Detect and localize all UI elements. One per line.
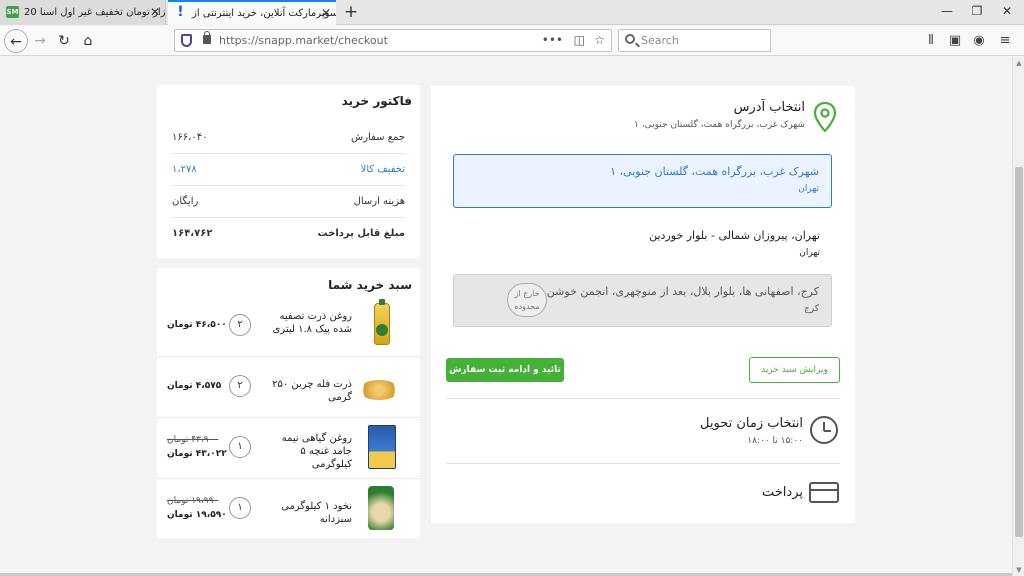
invoice-card: فاکتور خرید جمع سفارش ۱۶۶،۰۴۰ تخفیف کالا… [157, 85, 420, 258]
delivery-time: ۱۵:۰۰ تا ۱۸:۰۰ [747, 436, 803, 446]
payment-section-title: پرداخت [762, 485, 803, 500]
clock-icon [810, 416, 838, 444]
product-name: نخود ۱ کیلوگرمی سبزدانه [281, 501, 352, 525]
quantity-badge: ۱ [229, 497, 251, 519]
invoice-label: مبلغ قابل پرداخت [317, 228, 405, 239]
home-button[interactable]: ⌂ [76, 29, 100, 53]
minimize-button[interactable]: — [932, 0, 962, 25]
cart-item: روغن ذرت تصفیه شده پیک ۱.۸ لیتری ۲ ۴۶،۵۰… [157, 296, 420, 357]
delivery-section-header[interactable]: انتخاب زمان تحویل ۱۵:۰۰ تا ۱۸:۰۰ [700, 416, 803, 446]
current-address: شهرک غرب، بزرگراه همت، گلستان جنوبی، ۱ [634, 120, 805, 130]
url-text[interactable]: https://snapp.market/checkout [219, 30, 388, 51]
tab-title: سوپرمارکت آنلاین، خرید اینترنتی از [192, 8, 336, 19]
library-icon[interactable]: ⫴ [922, 32, 940, 50]
quantity-badge: ۱ [229, 436, 251, 458]
maximize-button[interactable]: ❐ [962, 0, 992, 25]
snapp-icon: SM [6, 6, 19, 18]
address-city: تهران [798, 184, 819, 194]
product-price: ۴،۵۷۵ تومان [167, 381, 222, 391]
product-image [364, 299, 400, 349]
invoice-row-total: مبلغ قابل پرداخت ۱۶۴،۷۶۲ [172, 218, 405, 250]
old-price: ۴۳،۹۰۰ تومان [167, 435, 219, 445]
edit-cart-button[interactable]: ویرایش سبد خرید [749, 357, 840, 383]
cart-item: نخود ۱ کیلوگرمی سبزدانه ۱ ۱۹،۹۹۰ تومان ۱… [157, 479, 420, 540]
payment-section-header[interactable]: پرداخت [762, 485, 803, 500]
page-actions-icon[interactable]: ••• [542, 30, 563, 51]
search-icon [625, 34, 635, 44]
invoice-label: جمع سفارش [351, 132, 405, 143]
address-option-selected[interactable]: شهرک غرب، بزرگراه همت، گلستان جنوبی، ۱ ت… [453, 154, 832, 208]
close-tab-icon[interactable]: ✕ [321, 2, 331, 25]
invoice-row-shipping: هزینه ارسال رایگان [172, 186, 405, 218]
address-option[interactable]: تهران، پیروزان شمالی - بلوار خوردین تهرا… [453, 219, 832, 259]
cart-item: روغن گیاهی نیمه جامد غنچه ۵ کیلوگرمی ۱ ۴… [157, 418, 420, 479]
product-name: روغن ذرت تصفیه شده پیک ۱.۸ لیتری [272, 311, 352, 335]
address-section-header: انتخاب آدرس شهرک غرب، بزرگراه همت، گلستا… [634, 100, 805, 130]
pocket-icon[interactable]: ◫ [574, 30, 585, 51]
search-input[interactable]: Search [618, 29, 771, 52]
account-icon[interactable]: ◉ [970, 32, 988, 50]
address-city: تهران [799, 248, 820, 258]
invoice-value: رایگان [172, 196, 199, 207]
old-price: ۱۹،۹۹۰ تومان [167, 496, 219, 506]
browser-nav-bar: ← → ↻ ⌂ https://snapp.market/checkout ••… [0, 26, 1024, 56]
product-price: ۴۳،۰۲۲ تومان [167, 449, 227, 459]
quantity-badge: ۲ [229, 375, 251, 397]
scrollbar-thumb[interactable] [1015, 167, 1023, 537]
divider [446, 463, 840, 464]
product-image [364, 423, 400, 471]
browser-tab-active[interactable]: ! سوپرمارکت آنلاین، خرید اینترنتی از ✕ [168, 0, 336, 25]
invoice-label: هزینه ارسال [353, 196, 405, 207]
divider [446, 398, 840, 399]
scroll-down-arrow-icon[interactable]: ▼ [1013, 564, 1024, 576]
forward-button[interactable]: → [28, 29, 52, 53]
invoice-label: تخفیف کالا [360, 164, 405, 175]
page-scrollbar[interactable]: ▲ ▼ [1012, 57, 1024, 576]
close-window-button[interactable]: ✕ [992, 0, 1022, 25]
back-button[interactable]: ← [4, 29, 28, 53]
lock-icon[interactable] [203, 31, 211, 44]
address-option-disabled: کرج، اصفهانی ها، بلوار بلال، بعد از منوچ… [453, 274, 832, 327]
location-pin-icon [813, 102, 837, 132]
invoice-value: ۱۶۶،۰۴۰ [172, 132, 208, 143]
address-line: تهران، پیروزان شمالی - بلوار خوردین [649, 229, 820, 242]
bookmark-star-icon[interactable]: ☆ [594, 30, 605, 51]
product-price: ۴۶،۵۰۰ تومان [167, 320, 227, 330]
product-image [359, 362, 400, 410]
invoice-title: فاکتور خرید [341, 94, 412, 108]
exclamation-icon: ! [177, 4, 184, 20]
invoice-value: ۱،۲۷۸ [172, 164, 197, 175]
search-placeholder: Search [641, 34, 679, 47]
invoice-row-subtotal: جمع سفارش ۱۶۶،۰۴۰ [172, 122, 405, 154]
address-bar[interactable]: https://snapp.market/checkout ••• ◫ ☆ [174, 29, 612, 52]
tracking-shield-icon[interactable] [181, 34, 192, 47]
menu-icon[interactable]: ≡ [996, 32, 1014, 50]
address-section-title: انتخاب آدرس [733, 100, 805, 115]
credit-card-icon [809, 482, 839, 503]
close-tab-icon[interactable]: ✕ [150, 0, 160, 25]
out-of-range-badge: خارج از محدوده [507, 283, 547, 317]
cart-card: سبد خرید شما روغن ذرت تصفیه شده پیک ۱.۸ … [157, 268, 420, 538]
product-name: روغن گیاهی نیمه جامد غنچه ۵ کیلوگرمی [281, 433, 352, 470]
sidebar-icon[interactable]: ▣ [946, 32, 964, 50]
quantity-badge: ۲ [229, 314, 251, 336]
cart-title: سبد خرید شما [328, 278, 412, 292]
delivery-section-title: انتخاب زمان تحویل [700, 416, 803, 431]
new-tab-button[interactable]: + [340, 0, 362, 25]
checkout-card: انتخاب آدرس شهرک غرب، بزرگراه همت، گلستا… [431, 86, 855, 523]
confirm-order-button[interactable]: تائید و ادامه ثبت سفارش [446, 358, 564, 382]
product-image [364, 484, 400, 532]
product-price: ۱۹،۵۹۰ تومان [167, 510, 227, 520]
browser-tab[interactable]: SM 20 هزار تومان تخفیف غیر اول اسنا ✕ [0, 0, 166, 25]
tab-title: 20 هزار تومان تخفیف غیر اول اسنا [24, 7, 166, 18]
cart-item: ذرت فله چربن ۲۵۰ گرمی ۲ ۴،۵۷۵ تومان [157, 357, 420, 418]
invoice-row-discount: تخفیف کالا ۱،۲۷۸ [172, 154, 405, 186]
product-name: ذرت فله چربن ۲۵۰ گرمی [272, 379, 352, 403]
browser-tab-bar: SM 20 هزار تومان تخفیف غیر اول اسنا ✕ ! … [0, 0, 1024, 25]
reload-button[interactable]: ↻ [52, 29, 76, 53]
invoice-value: ۱۶۴،۷۶۲ [172, 228, 213, 239]
scroll-up-arrow-icon[interactable]: ▲ [1013, 57, 1024, 69]
address-line: شهرک غرب، بزرگراه همت، گلستان جنوبی، ۱ [610, 165, 819, 178]
